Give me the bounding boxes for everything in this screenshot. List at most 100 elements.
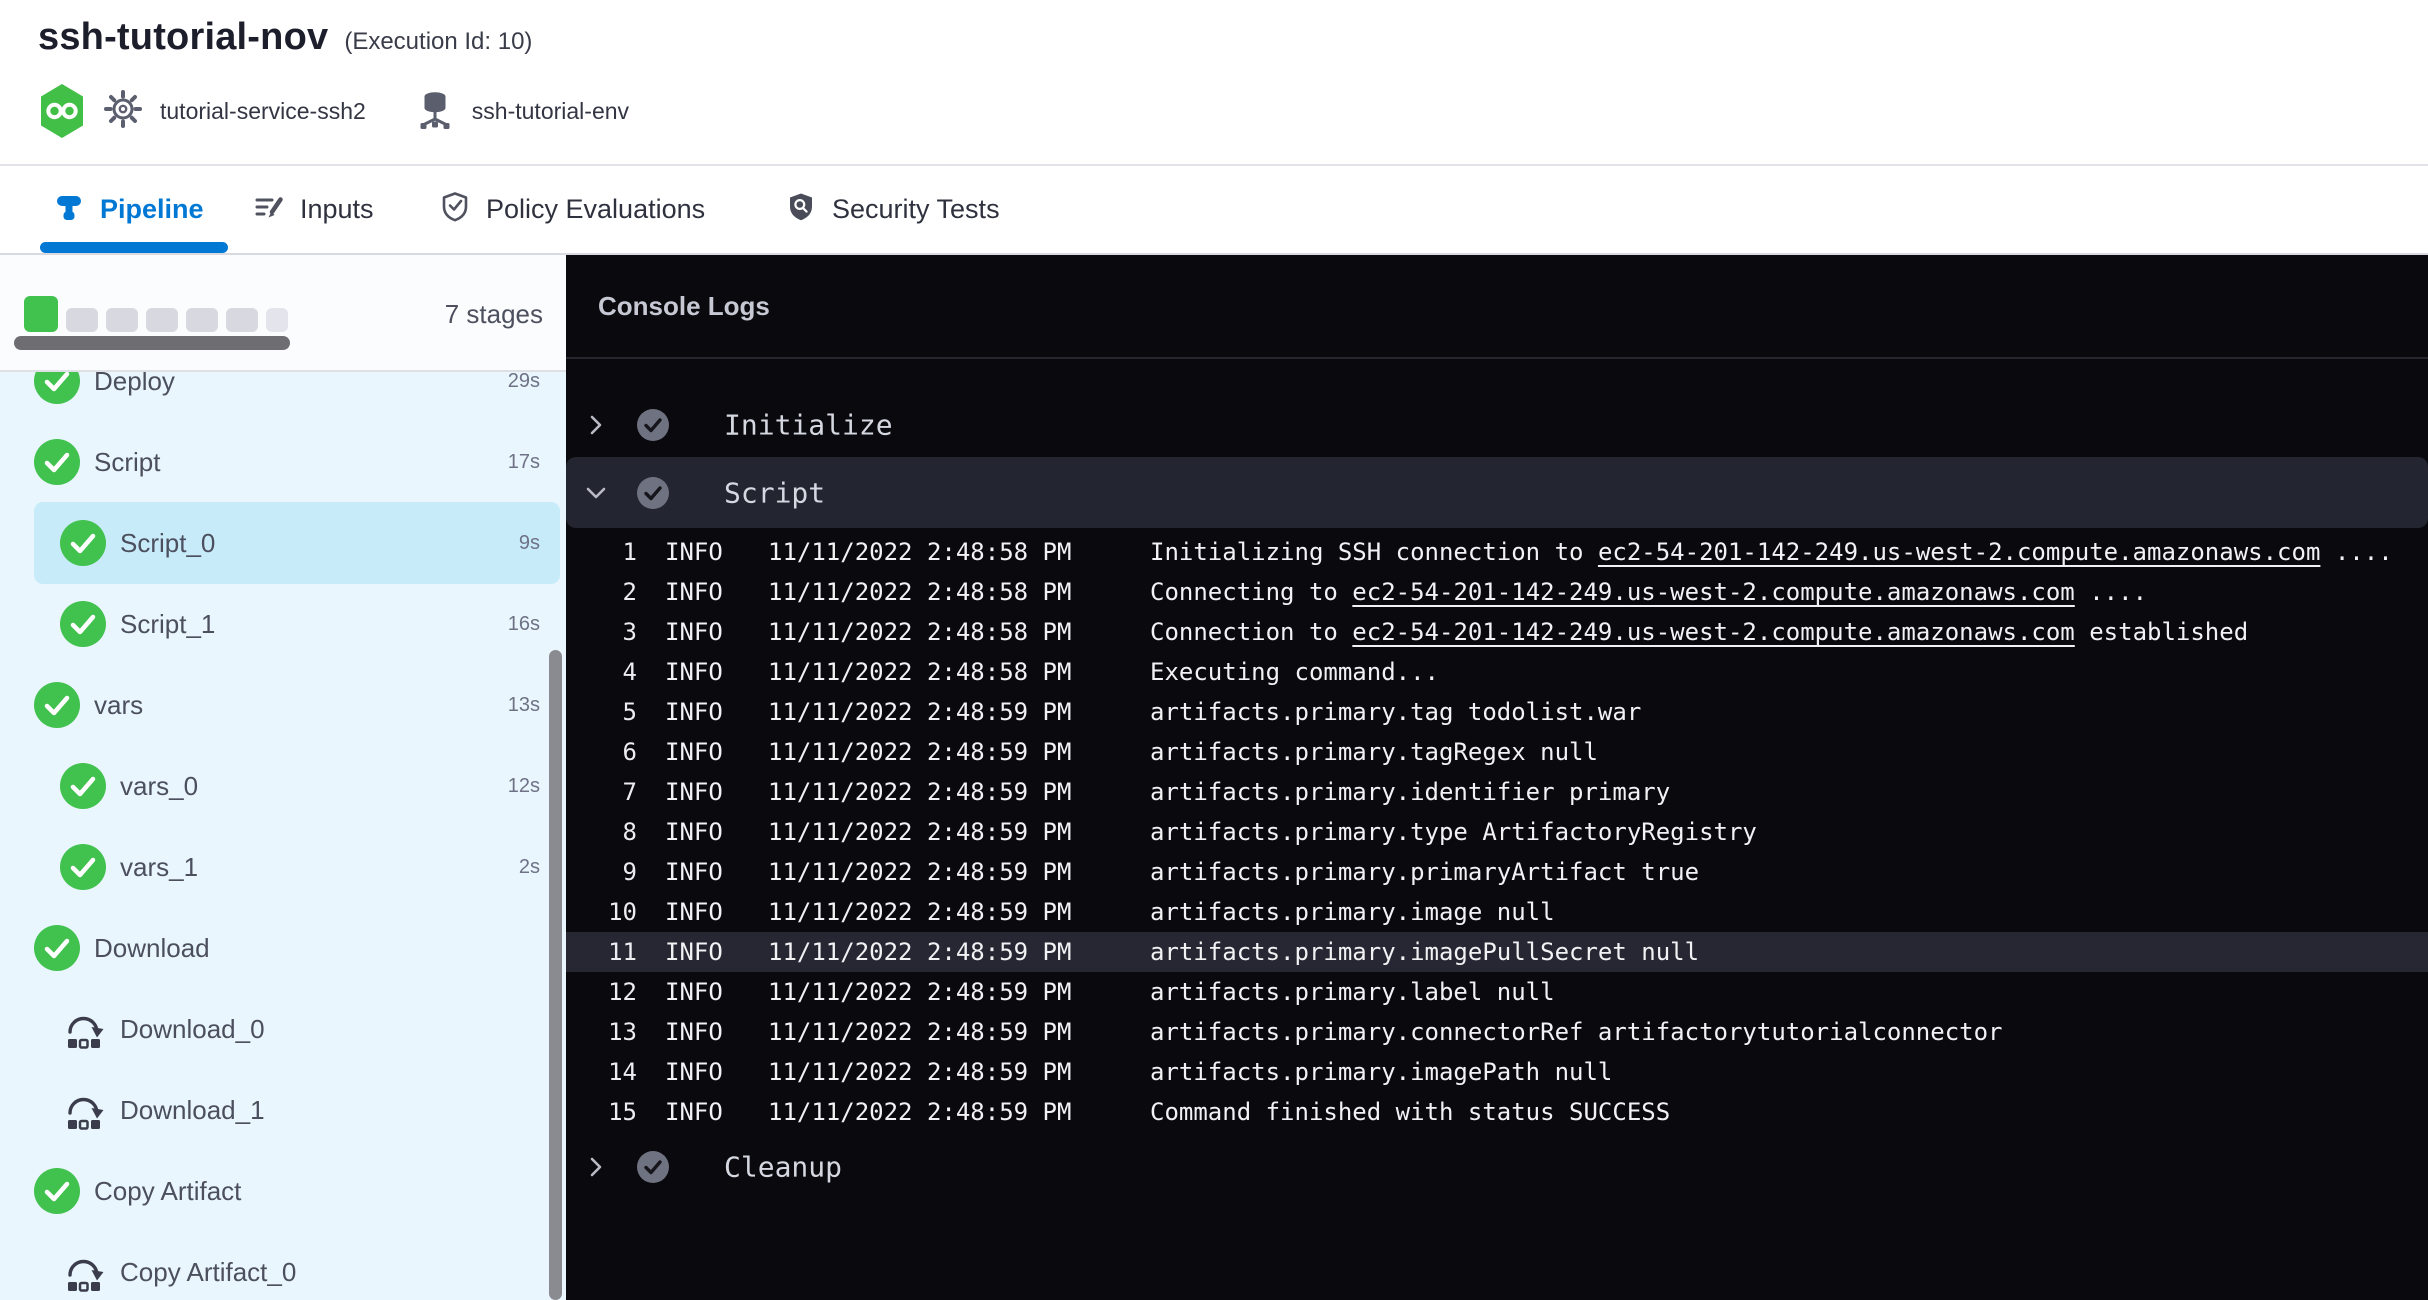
log-timestamp: 11/11/2022 2:48:58 PM bbox=[768, 532, 1071, 572]
log-level: INFO bbox=[665, 852, 723, 892]
log-message: artifacts.primary.connectorRef artifacto… bbox=[1150, 1012, 2003, 1052]
loop-strategy-icon bbox=[60, 1006, 106, 1052]
page-header: ssh-tutorial-nov (Execution Id: 10) bbox=[0, 0, 2428, 166]
log-line-11: 11INFO11/11/2022 2:48:59 PMartifacts.pri… bbox=[566, 932, 2428, 972]
log-line-15: 15INFO11/11/2022 2:48:59 PMCommand finis… bbox=[566, 1092, 2428, 1132]
stage-item-script-0[interactable]: Script_09s bbox=[0, 503, 566, 583]
console-logs-title: Console Logs bbox=[598, 291, 770, 322]
stage-item-script-1[interactable]: Script_1 16s bbox=[0, 584, 566, 664]
log-message: artifacts.primary.label null bbox=[1150, 972, 1555, 1012]
stages-minimap-panel: 7 stages bbox=[0, 255, 566, 372]
stage-duration: 16s bbox=[508, 584, 540, 664]
stage-duration: 2s bbox=[519, 827, 540, 907]
stage-label: Script_1 bbox=[120, 584, 215, 664]
minimap-stage-block[interactable] bbox=[226, 308, 258, 332]
chevron-right-icon[interactable] bbox=[584, 1155, 608, 1179]
log-line-6: 6INFO11/11/2022 2:48:59 PMartifacts.prim… bbox=[566, 732, 2428, 772]
minimap-stage-block[interactable] bbox=[186, 308, 218, 332]
log-message: artifacts.primary.tag todolist.war bbox=[1150, 692, 1641, 732]
log-level: INFO bbox=[665, 812, 723, 852]
log-timestamp: 11/11/2022 2:48:59 PM bbox=[768, 1052, 1071, 1092]
log-line-number: 14 bbox=[566, 1052, 637, 1092]
stage-item-script[interactable]: Script17s bbox=[0, 422, 566, 502]
log-timestamp: 11/11/2022 2:48:59 PM bbox=[768, 692, 1071, 732]
stage-item-download-1[interactable]: Download_1 bbox=[0, 1070, 566, 1150]
security-shield-search-icon bbox=[784, 190, 818, 229]
stage-item-download-0[interactable]: Download_0 bbox=[0, 989, 566, 1069]
log-level: INFO bbox=[665, 612, 723, 652]
section-title: Script bbox=[724, 476, 825, 509]
step-success-icon bbox=[637, 477, 669, 509]
log-level: INFO bbox=[665, 972, 723, 1012]
log-host-link[interactable]: ec2-54-201-142-249.us-west-2.compute.ama… bbox=[1352, 618, 2074, 646]
tab-label: Inputs bbox=[300, 194, 374, 225]
stage-item-copy-artifact-0[interactable]: Copy Artifact_0 bbox=[0, 1232, 566, 1300]
stage-label: Download_1 bbox=[120, 1070, 265, 1150]
minimap-stage-block[interactable] bbox=[24, 296, 58, 332]
stage-label: Script bbox=[94, 422, 160, 502]
log-line-14: 14INFO11/11/2022 2:48:59 PMartifacts.pri… bbox=[566, 1052, 2428, 1092]
environment-name[interactable]: ssh-tutorial-env bbox=[472, 98, 629, 125]
minimap-stage-block[interactable] bbox=[266, 308, 288, 332]
log-timestamp: 11/11/2022 2:48:59 PM bbox=[768, 772, 1071, 812]
log-level: INFO bbox=[665, 692, 723, 732]
stages-sidebar: 7 stages Deploy29s Script17s Script_09s … bbox=[0, 255, 566, 1300]
log-line-9: 9INFO11/11/2022 2:48:59 PMartifacts.prim… bbox=[566, 852, 2428, 892]
chevron-down-icon[interactable] bbox=[584, 481, 608, 505]
log-timestamp: 11/11/2022 2:48:59 PM bbox=[768, 852, 1071, 892]
success-check-icon bbox=[60, 520, 106, 566]
stage-item-vars-0[interactable]: vars_012s bbox=[0, 746, 566, 826]
tab-security-tests[interactable]: Security Tests bbox=[784, 166, 1000, 253]
stage-label: vars_0 bbox=[120, 746, 198, 826]
log-level: INFO bbox=[665, 532, 723, 572]
stage-item-download[interactable]: Download bbox=[0, 908, 566, 988]
log-line-number: 5 bbox=[566, 692, 637, 732]
stage-item-deploy[interactable]: Deploy29s bbox=[0, 372, 566, 421]
app-root: ssh-tutorial-nov (Execution Id: 10) bbox=[0, 0, 2428, 1300]
log-timestamp: 11/11/2022 2:48:59 PM bbox=[768, 972, 1071, 1012]
chevron-right-icon[interactable] bbox=[584, 413, 608, 437]
log-section-initialize[interactable]: Initialize bbox=[566, 405, 2428, 445]
success-check-icon bbox=[34, 925, 80, 971]
tab-inputs[interactable]: Inputs bbox=[252, 166, 374, 253]
log-timestamp: 11/11/2022 2:48:58 PM bbox=[768, 612, 1071, 652]
log-level: INFO bbox=[665, 932, 723, 972]
minimap-stage-block[interactable] bbox=[106, 308, 138, 332]
success-check-icon bbox=[34, 439, 80, 485]
log-section-cleanup[interactable]: Cleanup bbox=[566, 1147, 2428, 1187]
log-line-2: 2INFO11/11/2022 2:48:58 PMConnecting to … bbox=[566, 572, 2428, 612]
stage-item-vars[interactable]: vars13s bbox=[0, 665, 566, 745]
log-line-4: 4INFO11/11/2022 2:48:58 PMExecuting comm… bbox=[566, 652, 2428, 692]
minimap-stage-block[interactable] bbox=[146, 308, 178, 332]
log-line-13: 13INFO11/11/2022 2:48:59 PMartifacts.pri… bbox=[566, 1012, 2428, 1052]
success-check-icon bbox=[60, 763, 106, 809]
log-section-script[interactable]: Script bbox=[566, 457, 2428, 528]
log-line-12: 12INFO11/11/2022 2:48:59 PMartifacts.pri… bbox=[566, 972, 2428, 1012]
minimap-stage-block[interactable] bbox=[66, 308, 98, 332]
stage-label: Download_0 bbox=[120, 989, 265, 1069]
log-message: artifacts.primary.tagRegex null bbox=[1150, 732, 1598, 772]
tab-pipeline[interactable]: Pipeline bbox=[52, 166, 204, 253]
tab-policy-evaluations[interactable]: Policy Evaluations bbox=[438, 166, 705, 253]
page-title: ssh-tutorial-nov bbox=[38, 16, 328, 59]
log-message: artifacts.primary.imagePullSecret null bbox=[1150, 932, 1699, 972]
stage-label: vars bbox=[94, 665, 143, 745]
log-host-link[interactable]: ec2-54-201-142-249.us-west-2.compute.ama… bbox=[1352, 578, 2074, 606]
log-line-number: 11 bbox=[566, 932, 637, 972]
log-timestamp: 11/11/2022 2:48:59 PM bbox=[768, 1012, 1071, 1052]
log-host-link[interactable]: ec2-54-201-142-249.us-west-2.compute.ama… bbox=[1598, 538, 2320, 566]
stage-label: Deploy bbox=[94, 372, 175, 421]
log-line-3: 3INFO11/11/2022 2:48:58 PMConnection to … bbox=[566, 612, 2428, 652]
minimap-horizontal-scrollbar[interactable] bbox=[14, 336, 290, 350]
stage-item-copy-artifact[interactable]: Copy Artifact bbox=[0, 1151, 566, 1231]
log-line-number: 6 bbox=[566, 732, 637, 772]
service-name[interactable]: tutorial-service-ssh2 bbox=[160, 98, 366, 125]
active-tab-underline bbox=[40, 242, 228, 253]
stage-list-scrollbar[interactable] bbox=[549, 650, 562, 1300]
success-check-icon bbox=[34, 1168, 80, 1214]
log-level: INFO bbox=[665, 1092, 723, 1132]
loop-strategy-icon bbox=[60, 1249, 106, 1295]
log-timestamp: 11/11/2022 2:48:59 PM bbox=[768, 732, 1071, 772]
stage-item-vars-1[interactable]: vars_12s bbox=[0, 827, 566, 907]
environment-icon bbox=[414, 88, 456, 135]
